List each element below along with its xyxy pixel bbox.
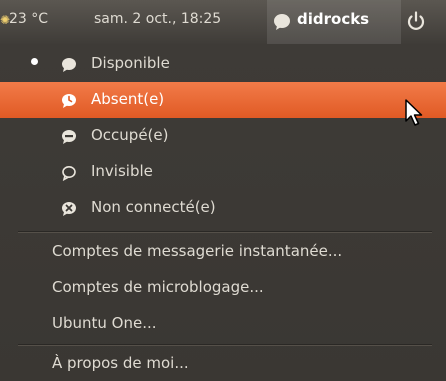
- clock-indicator[interactable]: sam. 2 oct., 18:25: [94, 11, 221, 27]
- mouse-cursor-icon: [404, 98, 426, 128]
- power-icon[interactable]: [405, 10, 427, 32]
- menu-item-about-me[interactable]: À propos de moi...: [0, 346, 446, 381]
- busy-icon: [61, 129, 77, 145]
- menu-item-microblog-accounts[interactable]: Comptes de microblogage...: [0, 270, 446, 306]
- menu-item-label: Absent(e): [91, 90, 165, 108]
- menu-item-label: Ubuntu One...: [52, 314, 157, 332]
- away-icon: [61, 93, 77, 109]
- menu-item-label: Non connecté(e): [91, 198, 216, 216]
- menu-item-offline[interactable]: Non connecté(e): [0, 190, 446, 226]
- menu-item-label: Disponible: [91, 54, 170, 72]
- menu-item-invisible[interactable]: Invisible: [0, 154, 446, 190]
- menu-item-available[interactable]: Disponible: [0, 46, 446, 82]
- menu-item-label: Comptes de messagerie instantanée...: [52, 242, 343, 260]
- selected-bullet-icon: [31, 58, 38, 65]
- menu-item-label: Invisible: [91, 162, 153, 180]
- menu-separator: [18, 231, 432, 233]
- menu-item-label: À propos de moi...: [52, 354, 189, 372]
- available-icon: [61, 57, 77, 73]
- top-panel: ✺ 23 °C sam. 2 oct., 18:25 didrocks: [0, 0, 446, 44]
- chat-status-icon[interactable]: [273, 13, 291, 31]
- menu-item-ubuntu-one[interactable]: Ubuntu One...: [0, 306, 446, 342]
- offline-icon: [61, 201, 77, 217]
- weather-indicator[interactable]: 23 °C: [9, 11, 48, 27]
- menu-item-busy[interactable]: Occupé(e): [0, 118, 446, 154]
- invisible-icon: [61, 165, 77, 182]
- menu-item-label: Comptes de microblogage...: [52, 278, 264, 296]
- menu-item-away[interactable]: Absent(e): [0, 82, 446, 118]
- menu-item-im-accounts[interactable]: Comptes de messagerie instantanée...: [0, 234, 446, 270]
- menu-item-label: Occupé(e): [91, 126, 169, 144]
- status-menu: Disponible Absent(e) Occupé(e) Invisible…: [0, 44, 446, 381]
- user-name-indicator[interactable]: didrocks: [297, 10, 369, 28]
